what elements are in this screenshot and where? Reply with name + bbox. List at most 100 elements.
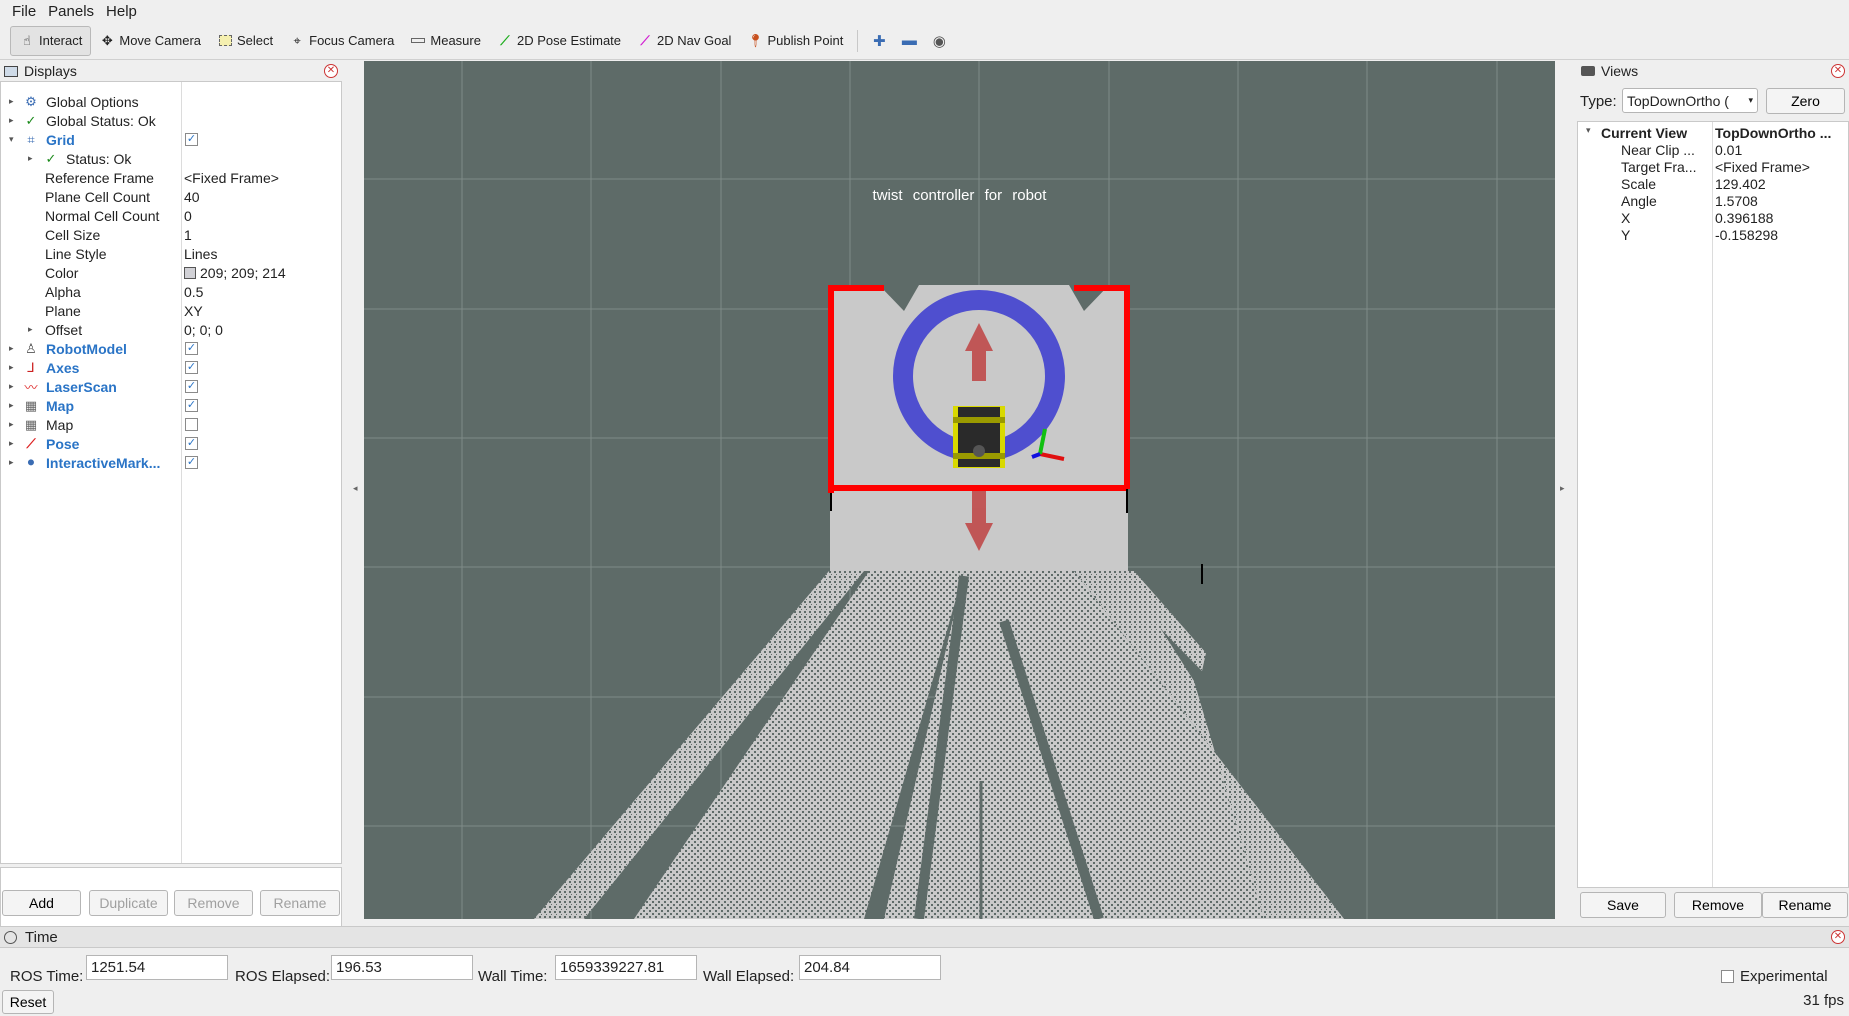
property-value[interactable]: 0; 0; 0	[184, 322, 223, 338]
wall-elapsed-field[interactable]: 204.84	[799, 955, 941, 980]
view-property-value[interactable]: -0.158298	[1715, 227, 1847, 243]
property-value[interactable]: 0.5	[184, 284, 203, 300]
wall-time-field[interactable]: 1659339227.81	[555, 955, 697, 980]
expand-arrow-icon[interactable]: ▸	[9, 115, 19, 126]
property-line-style[interactable]: Line Style Lines	[1, 244, 341, 263]
expand-arrow-icon[interactable]: ▸	[9, 96, 19, 107]
remove-display-button[interactable]: Remove	[174, 890, 253, 916]
view-property-row[interactable]: Near Clip ... 0.01	[1578, 142, 1848, 159]
tree-item-global-options[interactable]: ▸ ⚙ Global Options	[1, 92, 341, 111]
tree-item-global-status[interactable]: ▸ ✓ Global Status: Ok	[1, 111, 341, 130]
remove-tool-button[interactable]: ▬	[894, 26, 924, 56]
remove-view-button[interactable]: Remove	[1674, 892, 1762, 918]
expand-arrow-icon[interactable]: ▸	[28, 153, 38, 164]
collapse-arrow-icon[interactable]: ▾	[1586, 125, 1591, 136]
experimental-checkbox[interactable]	[1721, 970, 1734, 983]
view-property-value[interactable]: 0.396188	[1715, 210, 1847, 226]
property-value[interactable]: Lines	[184, 246, 217, 262]
forward-arrow-shaft	[972, 351, 986, 381]
map-enabled-checkbox[interactable]: ✓	[185, 399, 198, 412]
reset-button[interactable]: Reset	[2, 990, 54, 1014]
map-2-enabled-checkbox[interactable]	[185, 418, 198, 431]
axes-enabled-checkbox[interactable]: ✓	[185, 361, 198, 374]
view-options-button[interactable]: ◉	[924, 26, 954, 56]
view-property-row[interactable]: Target Fra... <Fixed Frame>	[1578, 159, 1848, 176]
rename-view-button[interactable]: Rename	[1762, 892, 1848, 918]
current-view-row[interactable]: ▾ Current View TopDownOrtho ...	[1578, 125, 1848, 142]
right-splitter-handle-icon[interactable]: ▸	[1560, 483, 1565, 494]
view-property-value[interactable]: <Fixed Frame>	[1715, 159, 1847, 175]
close-views-icon[interactable]: ✕	[1831, 64, 1845, 78]
tree-item-interactive-markers[interactable]: ▸ ⚫︎ InteractiveMark... ✓	[1, 453, 341, 472]
property-value[interactable]: <Fixed Frame>	[184, 170, 279, 186]
zero-view-button[interactable]: Zero	[1766, 88, 1845, 114]
tree-item-map[interactable]: ▸ ▦ Map ✓	[1, 396, 341, 415]
property-value[interactable]: 0	[184, 208, 192, 224]
publish-point-tool-button[interactable]: 📍︎ Publish Point	[739, 26, 851, 56]
add-display-button[interactable]: Add	[2, 890, 81, 916]
expand-arrow-icon[interactable]: ▸	[9, 400, 19, 411]
menu-file[interactable]: File	[6, 3, 42, 20]
expand-arrow-icon[interactable]: ▸	[9, 381, 19, 392]
tree-item-robot-model[interactable]: ▸ ♙ RobotModel ✓	[1, 339, 341, 358]
property-value[interactable]: 1	[184, 227, 192, 243]
property-color[interactable]: Color 209; 209; 214	[1, 263, 341, 282]
property-plane[interactable]: Plane XY	[1, 301, 341, 320]
property-value[interactable]: XY	[184, 303, 203, 319]
property-offset[interactable]: ▸ Offset 0; 0; 0	[1, 320, 341, 339]
property-plane-cell-count[interactable]: Plane Cell Count 40	[1, 187, 341, 206]
view-property-value[interactable]: 129.402	[1715, 176, 1847, 192]
close-time-icon[interactable]: ✕	[1831, 930, 1845, 944]
expand-arrow-icon[interactable]: ▸	[9, 457, 19, 468]
left-splitter-handle-icon[interactable]: ◂	[353, 483, 358, 494]
move-camera-tool-button[interactable]: ✥ Move Camera	[91, 26, 209, 56]
property-value[interactable]: 209; 209; 214	[184, 265, 286, 281]
tree-item-axes[interactable]: ▸ ⅃ Axes ✓	[1, 358, 341, 377]
ros-elapsed-field[interactable]: 196.53	[331, 955, 473, 980]
focus-camera-tool-button[interactable]: ⌖ Focus Camera	[281, 26, 402, 56]
3d-viewport[interactable]: twist controller for robot	[364, 61, 1555, 919]
menu-help[interactable]: Help	[100, 3, 143, 20]
menu-panels[interactable]: Panels	[42, 3, 100, 20]
collapse-arrow-icon[interactable]: ▾	[9, 134, 19, 145]
tree-item-pose[interactable]: ▸ ⟋ Pose ✓	[1, 434, 341, 453]
tree-item-grid-status[interactable]: ▸ ✓ Status: Ok	[1, 149, 341, 168]
robot-model-enabled-checkbox[interactable]: ✓	[185, 342, 198, 355]
property-value[interactable]: 40	[184, 189, 200, 205]
save-view-button[interactable]: Save	[1580, 892, 1666, 918]
expand-arrow-icon[interactable]: ▸	[28, 324, 38, 335]
view-property-row[interactable]: X 0.396188	[1578, 210, 1848, 227]
close-displays-icon[interactable]: ✕	[324, 64, 338, 78]
laser-scan-enabled-checkbox[interactable]: ✓	[185, 380, 198, 393]
tree-item-grid[interactable]: ▾ ⌗ Grid ✓	[1, 130, 341, 149]
tree-item-laser-scan[interactable]: ▸ 〰 LaserScan ✓	[1, 377, 341, 396]
expand-arrow-icon[interactable]: ▸	[9, 343, 19, 354]
expand-arrow-icon[interactable]: ▸	[9, 438, 19, 449]
interact-tool-button[interactable]: ☝ Interact	[10, 25, 92, 56]
view-property-row[interactable]: Angle 1.5708	[1578, 193, 1848, 210]
add-tool-button[interactable]: ✚	[864, 26, 894, 56]
measure-tool-button[interactable]: Measure	[402, 26, 489, 56]
expand-arrow-icon[interactable]: ▸	[9, 419, 19, 430]
pose-enabled-checkbox[interactable]: ✓	[185, 437, 198, 450]
view-property-value[interactable]: 1.5708	[1715, 193, 1847, 209]
view-type-select[interactable]: TopDownOrtho ( ▾	[1622, 88, 1758, 113]
pose-estimate-tool-button[interactable]: ⟋ 2D Pose Estimate	[489, 26, 629, 56]
duplicate-display-button[interactable]: Duplicate	[89, 890, 168, 916]
nav-goal-tool-button[interactable]: ⟋ 2D Nav Goal	[629, 26, 739, 56]
property-cell-size[interactable]: Cell Size 1	[1, 225, 341, 244]
ros-time-field[interactable]: 1251.54	[86, 955, 228, 980]
rename-display-button[interactable]: Rename	[260, 890, 340, 916]
interactive-markers-enabled-checkbox[interactable]: ✓	[185, 456, 198, 469]
property-reference-frame[interactable]: Reference Frame <Fixed Frame>	[1, 168, 341, 187]
view-property-row[interactable]: Scale 129.402	[1578, 176, 1848, 193]
select-tool-button[interactable]: Select	[209, 26, 281, 56]
experimental-option[interactable]: Experimental	[1721, 968, 1828, 985]
property-normal-cell-count[interactable]: Normal Cell Count 0	[1, 206, 341, 225]
property-alpha[interactable]: Alpha 0.5	[1, 282, 341, 301]
grid-enabled-checkbox[interactable]: ✓	[185, 133, 198, 146]
tree-item-map-2[interactable]: ▸ ▦ Map	[1, 415, 341, 434]
expand-arrow-icon[interactable]: ▸	[9, 362, 19, 373]
view-property-value[interactable]: 0.01	[1715, 142, 1847, 158]
view-property-row[interactable]: Y -0.158298	[1578, 227, 1848, 244]
